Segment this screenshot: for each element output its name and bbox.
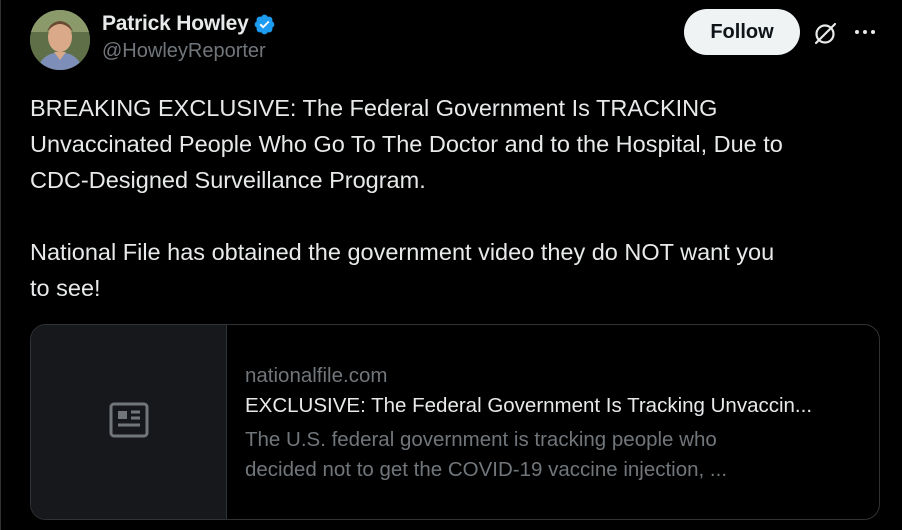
display-name-row: Patrick Howley [102, 10, 276, 38]
article-icon [109, 402, 149, 443]
link-card-description-line-1: The U.S. federal government is tracking … [245, 428, 717, 451]
link-card-domain: nationalfile.com [245, 364, 388, 387]
verified-badge-icon[interactable] [253, 13, 276, 36]
link-card-thumbnail[interactable] [31, 325, 227, 519]
column-border [0, 0, 1, 530]
tweet-header: Patrick Howley @HowleyReporter Follow [30, 8, 880, 72]
link-card-description: The U.S. federal government is tracking … [245, 425, 865, 485]
tweet-text: BREAKING EXCLUSIVE: The Federal Governme… [30, 95, 783, 301]
grok-icon[interactable] [812, 20, 838, 46]
avatar[interactable] [30, 10, 90, 70]
author-names: Patrick Howley @HowleyReporter [102, 10, 276, 63]
more-options-icon[interactable] [852, 22, 878, 42]
link-card-body: nationalfile.com EXCLUSIVE: The Federal … [227, 325, 865, 519]
follow-button[interactable]: Follow [684, 9, 800, 55]
author-handle[interactable]: @HowleyReporter [102, 40, 276, 63]
display-name[interactable]: Patrick Howley [102, 12, 249, 36]
link-card-description-line-2: decided not to get the COVID-19 vaccine … [245, 458, 728, 481]
link-card-title[interactable]: EXCLUSIVE: The Federal Government Is Tra… [245, 391, 865, 423]
link-card[interactable]: nationalfile.com EXCLUSIVE: The Federal … [30, 324, 880, 520]
